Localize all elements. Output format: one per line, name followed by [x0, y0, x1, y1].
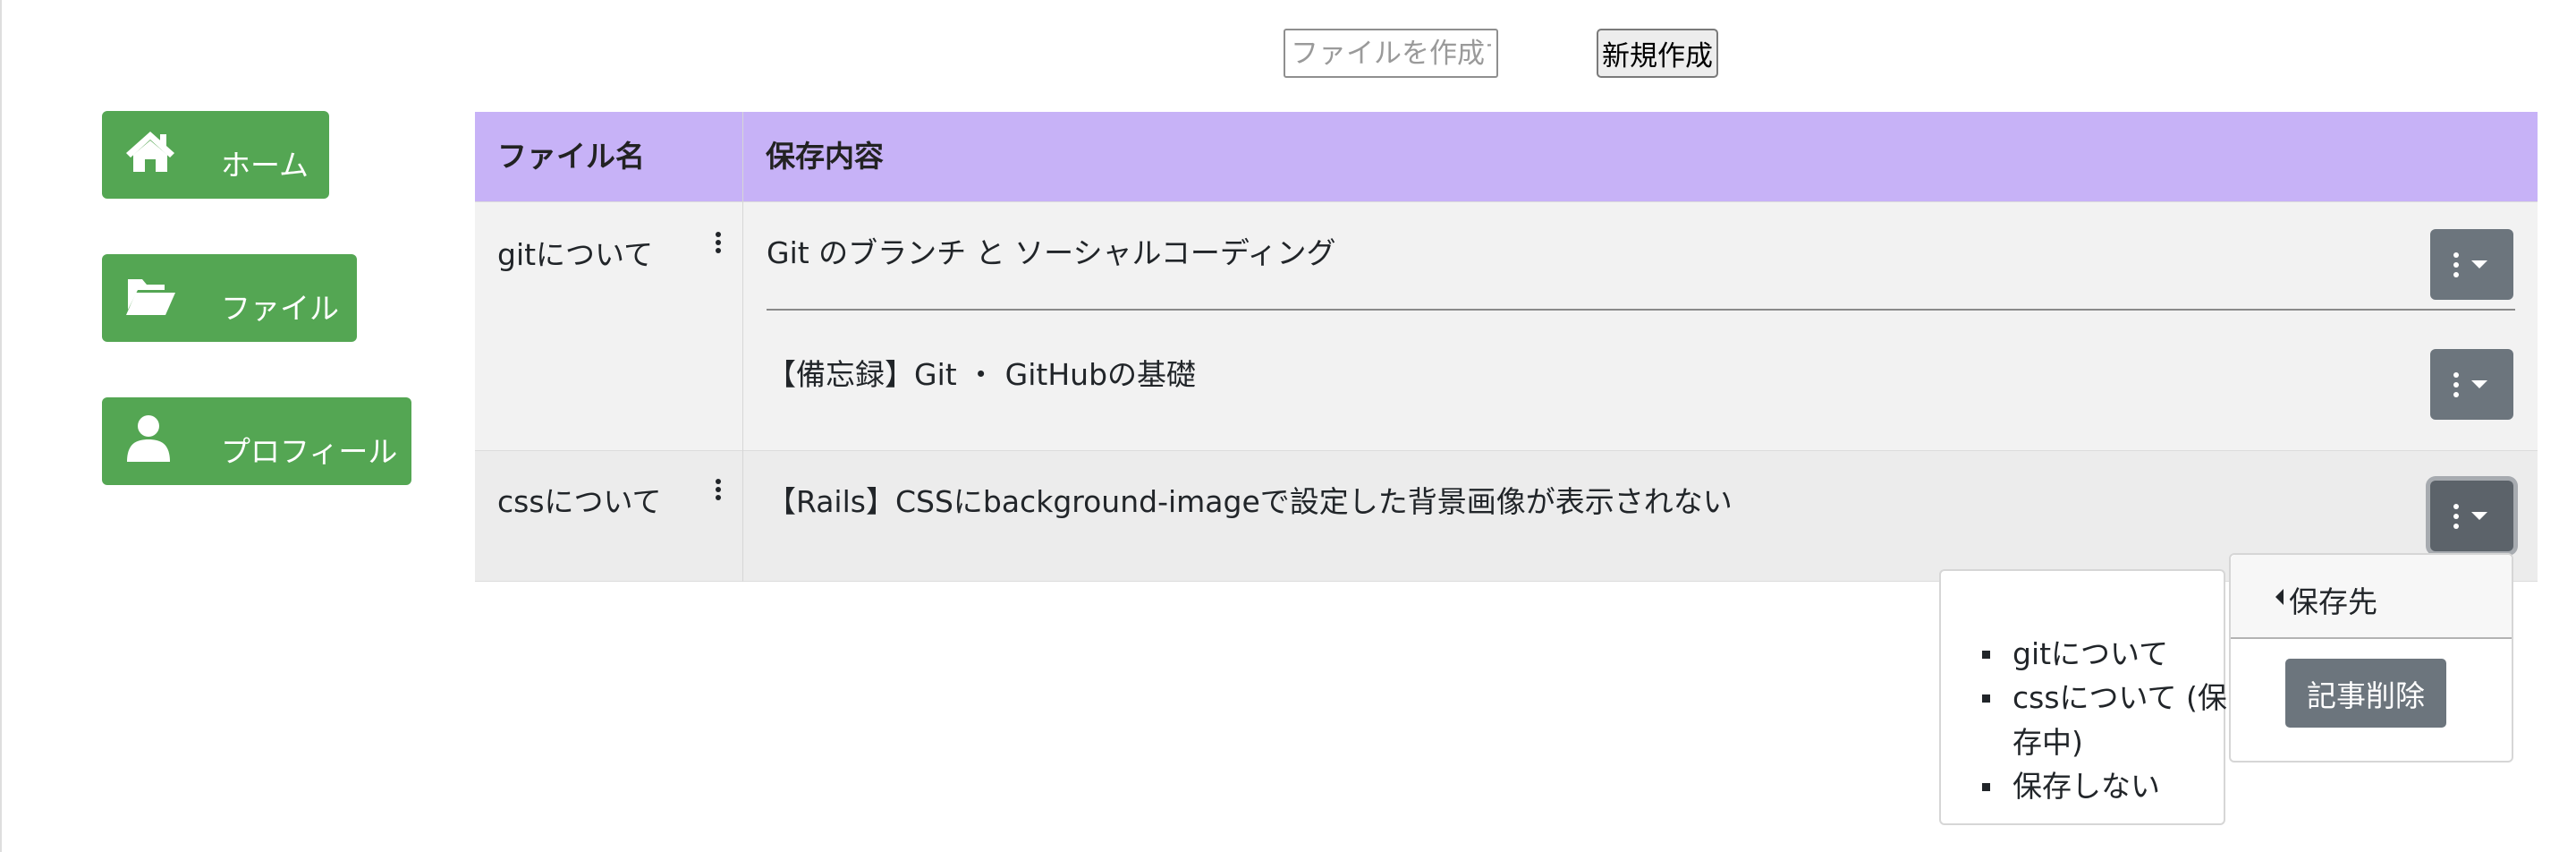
- more-vertical-icon: [2453, 504, 2459, 529]
- article-actions-button[interactable]: [2430, 481, 2513, 551]
- user-icon: [127, 415, 170, 462]
- article-divider: [767, 309, 2515, 311]
- caret-down-icon: [2471, 512, 2487, 520]
- save-target-submenu-toggle[interactable]: 保存先: [2231, 555, 2512, 637]
- folder-options-icon[interactable]: [709, 229, 727, 265]
- option-label: cssについて (保存中): [2012, 680, 2227, 760]
- bullet: [1982, 651, 1990, 659]
- folder-name: gitについて: [497, 237, 654, 272]
- option-label: 保存しない: [2012, 769, 2160, 804]
- column-header-filename: ファイル名: [497, 139, 645, 174]
- caret-left-icon: [2275, 589, 2284, 605]
- folder-open-icon: [126, 279, 175, 315]
- folder-name: cssについて: [497, 484, 662, 519]
- sidebar-item-file[interactable]: ファイル: [102, 254, 357, 342]
- more-vertical-icon: [2453, 372, 2459, 397]
- create-file-button[interactable]: 新規作成: [1597, 29, 1718, 78]
- folder-options-icon[interactable]: [709, 476, 727, 512]
- menu-divider: [2231, 637, 2512, 639]
- article-actions-menu: 保存先 記事削除: [2229, 553, 2513, 763]
- table-row: gitについて Git のブランチ と ソーシャルコーディング 【備忘録】Git…: [475, 201, 2538, 450]
- sidebar-item-label: プロフィール: [221, 434, 398, 469]
- sidebar-item-profile[interactable]: プロフィール: [102, 397, 411, 485]
- submenu-label: 保存先: [2289, 584, 2377, 619]
- save-target-option[interactable]: cssについて (保存中): [1982, 676, 2227, 765]
- article-title[interactable]: Git のブランチ と ソーシャルコーディング: [767, 229, 1336, 272]
- delete-article-button[interactable]: 記事削除: [2285, 659, 2446, 728]
- save-target-option[interactable]: gitについて: [1982, 632, 2227, 677]
- save-target-submenu: gitについて cssについて (保存中) 保存しない: [1939, 569, 2227, 825]
- sidebar-item-label: ファイル: [221, 291, 339, 326]
- saved-articles-table: ファイル名 保存内容 gitについて Git のブランチ と ソーシャルコーディ…: [475, 112, 2538, 582]
- table-header: ファイル名 保存内容: [475, 112, 2538, 201]
- save-target-option[interactable]: 保存しない: [1982, 764, 2227, 809]
- window-left-edge: [0, 0, 2, 852]
- bullet: [1982, 694, 1990, 703]
- column-header-content: 保存内容: [766, 139, 884, 174]
- bullet: [1982, 783, 1990, 791]
- sidebar-item-label: ホーム: [221, 148, 309, 183]
- column-divider: [742, 112, 743, 582]
- caret-down-icon: [2471, 380, 2487, 388]
- article-title[interactable]: 【Rails】CSSにbackground-imageで設定した背景画像が表示さ…: [767, 478, 1733, 521]
- caret-down-icon: [2471, 260, 2487, 268]
- create-file-input[interactable]: [1284, 29, 1498, 78]
- option-label: gitについて: [2012, 636, 2169, 671]
- article-actions-button[interactable]: [2430, 229, 2513, 300]
- home-icon: [126, 132, 174, 172]
- more-vertical-icon: [2453, 252, 2459, 277]
- sidebar-item-home[interactable]: ホーム: [102, 111, 329, 199]
- article-actions-button[interactable]: [2430, 349, 2513, 420]
- article-title[interactable]: 【備忘録】Git ・ GitHubの基礎: [767, 351, 1196, 394]
